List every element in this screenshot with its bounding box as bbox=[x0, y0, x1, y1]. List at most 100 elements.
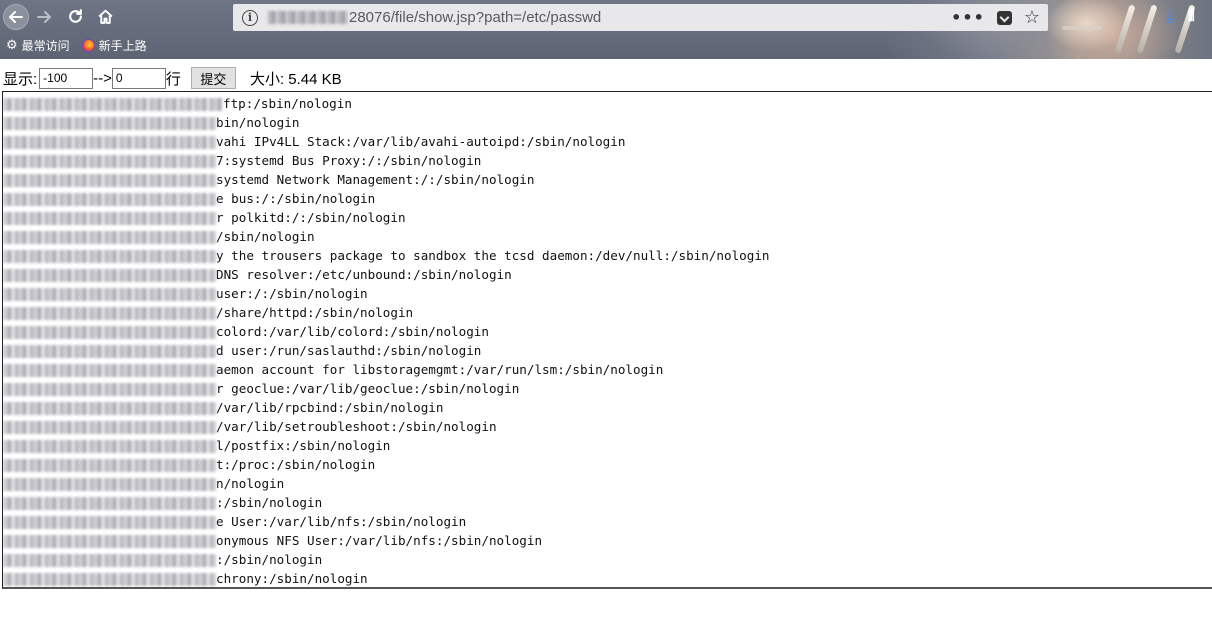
address-bar-actions: ••• ☆ bbox=[951, 8, 1048, 27]
arrow-label: --> bbox=[93, 69, 112, 87]
redacted-text bbox=[3, 212, 216, 225]
file-line: chrony:/sbin/nologin bbox=[3, 569, 368, 587]
pocket-icon[interactable] bbox=[996, 10, 1012, 25]
file-line-text: systemd Network Management:/:/sbin/nolog… bbox=[216, 172, 535, 187]
file-line-text: /var/lib/setroubleshoot:/sbin/nologin bbox=[216, 419, 497, 434]
file-line: l/postfix:/sbin/nologin bbox=[3, 436, 390, 455]
bookmark-label: 最常访问 bbox=[21, 39, 70, 53]
file-line-text: /share/httpd:/sbin/nologin bbox=[216, 305, 414, 320]
file-line: e User:/var/lib/nfs:/sbin/nologin bbox=[3, 512, 466, 531]
bookmark-star-icon[interactable]: ☆ bbox=[1024, 8, 1040, 27]
file-line: DNS resolver:/etc/unbound:/sbin/nologin bbox=[3, 265, 512, 284]
redacted-text bbox=[3, 535, 216, 548]
firefox-icon bbox=[81, 39, 95, 52]
file-line: /share/httpd:/sbin/nologin bbox=[3, 303, 413, 322]
bookmark-getting-started[interactable]: 新手上路 bbox=[81, 37, 147, 54]
back-button[interactable] bbox=[3, 4, 29, 30]
file-line: y the trousers package to sandbox the tc… bbox=[3, 246, 770, 265]
redacted-text bbox=[3, 364, 216, 377]
redacted-text bbox=[3, 174, 216, 187]
redacted-text bbox=[3, 383, 216, 396]
redacted-text bbox=[3, 421, 216, 434]
file-line-text: e bus:/:/sbin/nologin bbox=[216, 191, 376, 206]
file-line-text: y the trousers package to sandbox the tc… bbox=[216, 248, 770, 263]
submit-button[interactable]: 提交 bbox=[190, 67, 236, 89]
forward-arrow-icon bbox=[37, 11, 51, 23]
file-line: onymous NFS User:/var/lib/nfs:/sbin/nolo… bbox=[3, 531, 542, 550]
file-line-text: onymous NFS User:/var/lib/nfs:/sbin/nolo… bbox=[216, 533, 543, 548]
file-line: colord:/var/lib/colord:/sbin/nologin bbox=[3, 322, 489, 341]
file-line-text: r polkitd:/:/sbin/nologin bbox=[216, 210, 406, 225]
home-icon bbox=[97, 9, 113, 24]
file-line-text: DNS resolver:/etc/unbound:/sbin/nologin bbox=[216, 267, 512, 282]
url-text[interactable]: 28076/file/show.jsp?path=/etc/passwd bbox=[349, 9, 601, 26]
file-line-text: vahi IPv4LL Stack:/var/lib/avahi-autoipd… bbox=[216, 134, 626, 149]
redacted-text bbox=[3, 307, 216, 320]
theme-feather-decoration bbox=[1136, 4, 1158, 54]
redacted-text bbox=[3, 288, 216, 301]
file-line: d user:/run/saslauthd:/sbin/nologin bbox=[3, 341, 481, 360]
show-label: 显示: bbox=[3, 70, 38, 88]
back-arrow-icon bbox=[9, 11, 23, 23]
file-line: systemd Network Management:/:/sbin/nolog… bbox=[3, 170, 534, 189]
gear-icon: ⚙ bbox=[6, 38, 18, 53]
line-range-form: 显示: --> 行 提交 大小: 5.44 KB bbox=[3, 67, 342, 89]
file-line: ftp:/sbin/nologin bbox=[3, 94, 352, 113]
file-line: /var/lib/rpcbind:/sbin/nologin bbox=[3, 398, 443, 417]
file-line-text: user:/:/sbin/nologin bbox=[216, 286, 368, 301]
file-line: user:/:/sbin/nologin bbox=[3, 284, 368, 303]
file-line: :/sbin/nologin bbox=[3, 493, 322, 512]
file-line: aemon account for libstoragemgmt:/var/ru… bbox=[3, 360, 663, 379]
file-line-text: :/sbin/nologin bbox=[216, 495, 323, 510]
redacted-text bbox=[3, 155, 216, 168]
file-line-text: n/nologin bbox=[216, 476, 285, 491]
file-line-text: /sbin/nologin bbox=[216, 229, 315, 244]
redacted-text bbox=[3, 497, 216, 510]
redacted-text bbox=[3, 250, 216, 263]
browser-toolbar: i 28076/file/show.jsp?path=/etc/passwd •… bbox=[0, 0, 1212, 59]
file-line-text: /var/lib/rpcbind:/sbin/nologin bbox=[216, 400, 444, 415]
file-line: e bus:/:/sbin/nologin bbox=[3, 189, 375, 208]
library-icon[interactable]: ⫴ bbox=[1188, 6, 1195, 27]
download-icon[interactable]: ⤓ bbox=[1166, 6, 1174, 27]
file-line: r geoclue:/var/lib/geoclue:/sbin/nologin bbox=[3, 379, 519, 398]
file-line: n/nologin bbox=[3, 474, 284, 493]
from-line-input[interactable] bbox=[39, 67, 94, 89]
redacted-text bbox=[3, 516, 216, 529]
site-info-icon[interactable]: i bbox=[242, 9, 258, 26]
file-line-text: t:/proc:/sbin/nologin bbox=[216, 457, 376, 472]
address-bar[interactable]: i 28076/file/show.jsp?path=/etc/passwd •… bbox=[233, 4, 1048, 31]
file-line-text: colord:/var/lib/colord:/sbin/nologin bbox=[216, 324, 489, 339]
unit-label: 行 bbox=[165, 70, 181, 88]
redacted-text bbox=[3, 440, 216, 453]
redacted-text bbox=[3, 231, 216, 244]
file-line: vahi IPv4LL Stack:/var/lib/avahi-autoipd… bbox=[3, 132, 625, 151]
file-content-box: ftp:/sbin/nologin bin/nologin vahi IPv4LL … bbox=[2, 91, 1212, 589]
url-host-redacted bbox=[268, 11, 348, 24]
redacted-text bbox=[3, 478, 216, 491]
file-line: 7:systemd Bus Proxy:/:/sbin/nologin bbox=[3, 151, 481, 170]
reload-button[interactable] bbox=[64, 6, 86, 28]
redacted-text bbox=[3, 402, 216, 415]
redacted-text bbox=[3, 345, 216, 358]
redacted-text bbox=[3, 193, 216, 206]
file-line: t:/proc:/sbin/nologin bbox=[3, 455, 375, 474]
theme-paint-stripe bbox=[1062, 26, 1102, 30]
reload-icon bbox=[68, 9, 82, 23]
forward-button[interactable] bbox=[33, 6, 55, 28]
redacted-text bbox=[3, 326, 216, 339]
page-actions-icon[interactable]: ••• bbox=[951, 8, 985, 27]
redacted-text bbox=[3, 459, 216, 472]
file-line-text: bin/nologin bbox=[216, 115, 300, 130]
file-line: bin/nologin bbox=[3, 113, 299, 132]
file-line: r polkitd:/:/sbin/nologin bbox=[3, 208, 406, 227]
file-size-label: 大小: 5.44 KB bbox=[249, 70, 342, 88]
redacted-text bbox=[3, 554, 216, 567]
to-line-input[interactable] bbox=[111, 67, 166, 89]
theme-feather-decoration bbox=[1114, 4, 1136, 54]
file-line-text: ftp:/sbin/nologin bbox=[223, 96, 352, 111]
redacted-text bbox=[3, 573, 216, 586]
home-button[interactable] bbox=[94, 6, 116, 28]
bookmark-most-visited[interactable]: ⚙ 最常访问 bbox=[6, 37, 70, 54]
file-line: /var/lib/setroubleshoot:/sbin/nologin bbox=[3, 417, 497, 436]
